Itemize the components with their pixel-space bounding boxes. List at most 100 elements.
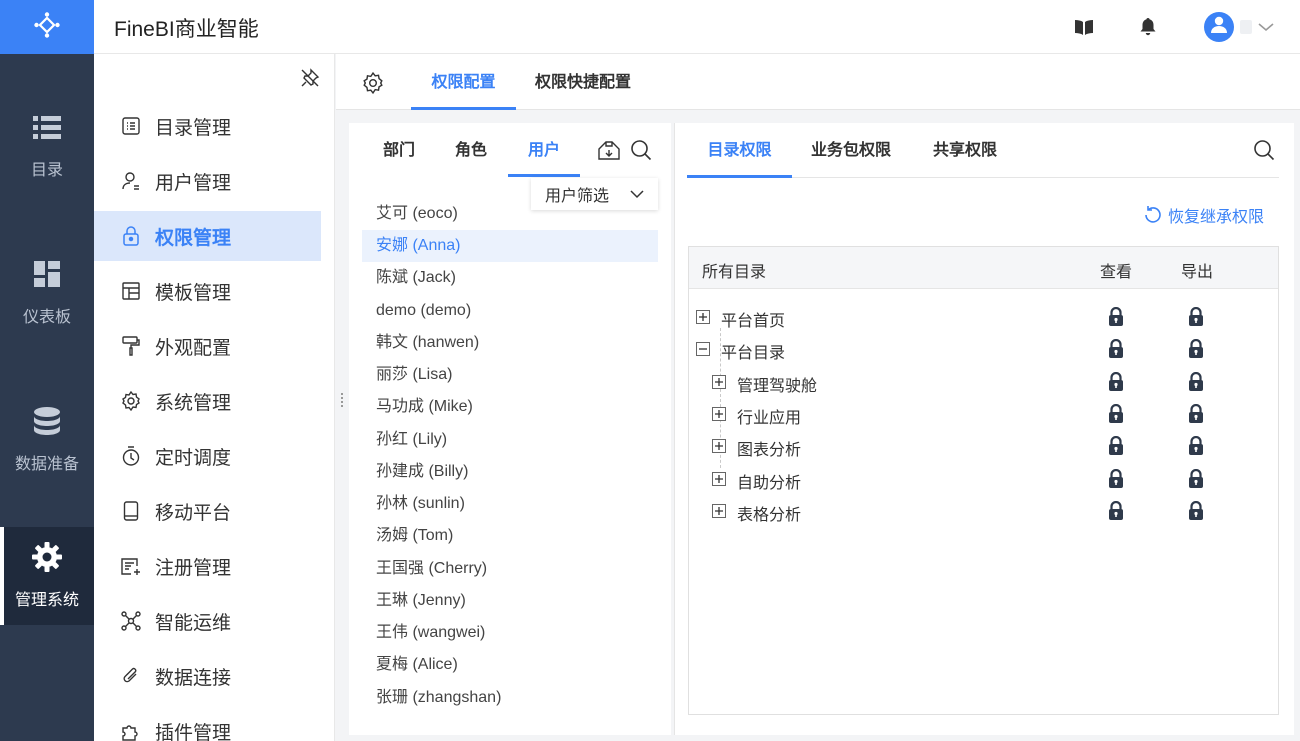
view-lock-icon[interactable] xyxy=(1108,468,1126,491)
expand-icon[interactable] xyxy=(712,406,726,421)
account-name-placeholder xyxy=(1240,20,1252,34)
tree-row[interactable]: 图表分析 xyxy=(689,430,1278,462)
permission-tabs: 权限配置 权限快捷配置 xyxy=(336,54,1300,110)
app-title: FineBI商业智能 xyxy=(114,18,259,41)
view-lock-icon[interactable] xyxy=(1108,403,1126,426)
tree-row[interactable]: 平台首页 xyxy=(689,301,1278,333)
sidebar-item-data-connection[interactable]: 数据连接 xyxy=(94,651,321,701)
plugin-icon xyxy=(121,721,141,741)
tab-package-permission[interactable]: 业务包权限 xyxy=(805,123,897,178)
rail-item-admin[interactable]: 管理系统 xyxy=(0,527,94,625)
paint-roller-icon xyxy=(121,336,141,356)
export-lock-icon[interactable] xyxy=(1188,306,1206,329)
export-lock-icon[interactable] xyxy=(1188,403,1206,426)
export-lock-icon[interactable] xyxy=(1188,339,1206,361)
user-row[interactable]: 王伟 (wangwei) xyxy=(362,617,658,649)
permission-type-tabs: 目录权限 业务包权限 共享权限 xyxy=(687,123,1279,178)
user-row[interactable]: 艾可 (eoco) xyxy=(362,198,658,230)
permission-panel: 目录权限 业务包权限 共享权限 恢复继承权限 所有目录 查看 导出 平台首页平台… xyxy=(674,123,1294,735)
sidebar-item-plugins[interactable]: 插件管理 xyxy=(94,706,321,741)
import-user-icon[interactable] xyxy=(597,139,621,163)
expand-icon[interactable] xyxy=(712,503,726,518)
tree-row[interactable]: 自助分析 xyxy=(689,463,1278,495)
view-lock-icon[interactable] xyxy=(1108,371,1126,394)
user-row[interactable]: 孙林 (sunlin) xyxy=(362,488,658,520)
user-row[interactable]: 孙红 (Lily) xyxy=(362,424,658,456)
tab-permission-config[interactable]: 权限配置 xyxy=(411,54,516,110)
restore-inherit-button[interactable]: 恢复继承权限 xyxy=(1144,203,1264,227)
expand-icon[interactable] xyxy=(712,471,726,486)
export-lock-icon[interactable] xyxy=(1188,371,1206,394)
settings-icon[interactable] xyxy=(362,71,384,95)
tab-share-permission[interactable]: 共享权限 xyxy=(925,123,1005,178)
tab-quick-config[interactable]: 权限快捷配置 xyxy=(529,54,637,110)
book-icon[interactable] xyxy=(1074,17,1094,37)
dashboard-icon xyxy=(32,259,62,289)
user-row[interactable]: 夏梅 (Alice) xyxy=(362,649,658,681)
tab-catalog-permission[interactable]: 目录权限 xyxy=(687,123,792,178)
tree-header: 所有目录 查看 导出 xyxy=(689,247,1278,289)
main-nav-rail: 目录 仪表板 数据准备 管理系统 xyxy=(0,0,94,741)
export-lock-icon[interactable] xyxy=(1188,468,1206,491)
rail-item-data-prep[interactable]: 数据准备 xyxy=(0,380,94,500)
user-row[interactable]: 丽莎 (Lisa) xyxy=(362,359,658,391)
expand-icon[interactable] xyxy=(712,374,726,389)
view-lock-icon[interactable] xyxy=(1108,306,1126,329)
user-row[interactable]: 孙建成 (Billy) xyxy=(362,456,658,488)
chevron-down-icon[interactable] xyxy=(1258,20,1274,34)
search-icon[interactable] xyxy=(1253,139,1277,163)
rail-item-label: 管理系统 xyxy=(14,592,79,609)
sidebar-item-templates[interactable]: 模板管理 xyxy=(94,266,321,316)
tree-node-label: 表格分析 xyxy=(737,506,802,524)
list-icon xyxy=(32,112,62,142)
sidebar-item-label: 插件管理 xyxy=(155,722,232,741)
sidebar-resize-handle[interactable] xyxy=(340,393,344,409)
user-avatar[interactable] xyxy=(1204,12,1234,42)
expand-icon[interactable] xyxy=(712,439,726,454)
export-lock-icon[interactable] xyxy=(1188,436,1206,458)
tree-row[interactable]: 行业应用 xyxy=(689,398,1278,430)
sidebar-item-permissions[interactable]: 权限管理 xyxy=(94,211,321,261)
paperclip-icon xyxy=(121,666,141,686)
user-row[interactable]: 王琳 (Jenny) xyxy=(362,585,658,617)
sidebar-item-register[interactable]: 注册管理 xyxy=(94,541,321,591)
sidebar-item-appearance[interactable]: 外观配置 xyxy=(94,321,321,371)
sidebar-item-catalog[interactable]: 目录管理 xyxy=(94,101,321,151)
tab-user[interactable]: 用户 xyxy=(508,123,580,177)
sidebar-item-mobile[interactable]: 移动平台 xyxy=(94,486,321,536)
sidebar-item-label: 目录管理 xyxy=(155,117,232,139)
user-row[interactable]: 马功成 (Mike) xyxy=(362,391,658,423)
rail-item-dashboard[interactable]: 仪表板 xyxy=(0,233,94,353)
user-row[interactable]: demo (demo) xyxy=(362,295,658,327)
bell-icon[interactable] xyxy=(1138,17,1158,37)
tab-role[interactable]: 角色 xyxy=(441,123,501,177)
sidebar-item-schedule[interactable]: 定时调度 xyxy=(94,431,321,481)
pin-icon[interactable] xyxy=(300,68,320,88)
tree-row[interactable]: 平台目录 xyxy=(689,333,1278,365)
app-logo[interactable] xyxy=(0,0,94,54)
collapse-icon[interactable] xyxy=(696,342,710,357)
sidebar-item-system[interactable]: 系统管理 xyxy=(94,376,321,426)
rail-item-catalog[interactable]: 目录 xyxy=(0,86,94,206)
view-lock-icon[interactable] xyxy=(1108,436,1126,458)
sidebar-item-users[interactable]: 用户管理 xyxy=(94,156,321,206)
sidebar-item-ops[interactable]: 智能运维 xyxy=(94,596,321,646)
user-row[interactable]: 张珊 (zhangshan) xyxy=(362,682,658,714)
sidebar-item-label: 数据连接 xyxy=(155,667,232,689)
export-lock-icon[interactable] xyxy=(1188,500,1206,523)
user-row[interactable]: 王国强 (Cherry) xyxy=(362,553,658,585)
user-icon xyxy=(121,171,141,191)
user-row[interactable]: 安娜 (Anna) xyxy=(362,230,658,262)
search-icon[interactable] xyxy=(630,139,654,163)
view-lock-icon[interactable] xyxy=(1108,500,1126,523)
user-row[interactable]: 汤姆 (Tom) xyxy=(362,520,658,552)
tree-node-label: 平台首页 xyxy=(721,313,786,330)
expand-icon[interactable] xyxy=(696,310,710,324)
user-row[interactable]: 陈斌 (Jack) xyxy=(362,262,658,294)
column-view: 查看 xyxy=(1100,264,1133,281)
view-lock-icon[interactable] xyxy=(1108,339,1126,361)
tab-department[interactable]: 部门 xyxy=(369,123,429,177)
tree-row[interactable]: 表格分析 xyxy=(689,495,1278,527)
user-row[interactable]: 韩文 (hanwen) xyxy=(362,327,658,359)
tree-row[interactable]: 管理驾驶舱 xyxy=(689,366,1278,398)
